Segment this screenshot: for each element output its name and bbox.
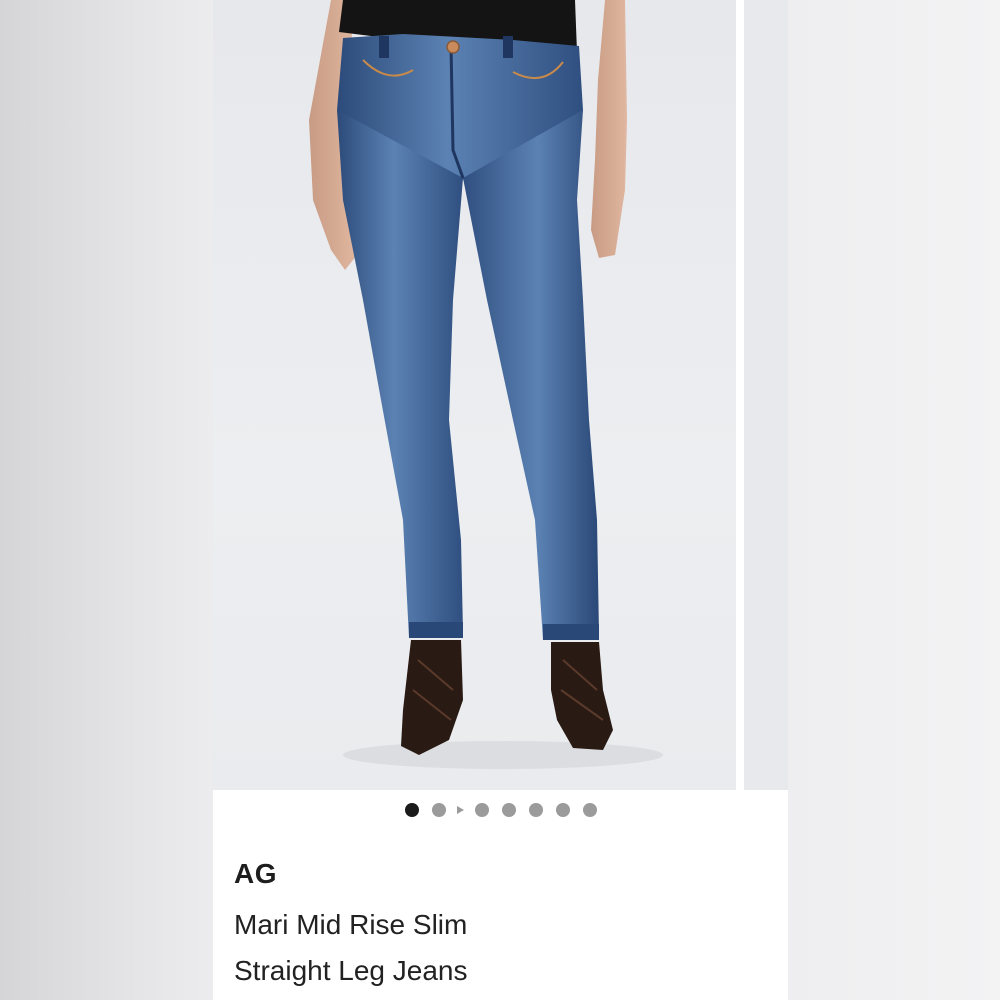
- carousel-dot-1[interactable]: [404, 803, 419, 817]
- screenshot-frame: AG Mari Mid Rise Slim Straight Leg Jeans: [0, 0, 1000, 1000]
- left-boot: [401, 640, 463, 755]
- product-title: Mari Mid Rise Slim Straight Leg Jeans: [234, 902, 754, 994]
- jeans-left-leg: [337, 110, 463, 638]
- product-brand[interactable]: AG: [234, 858, 277, 890]
- carousel-dot-7[interactable]: [582, 803, 597, 817]
- blurred-background-left: [0, 0, 213, 1000]
- carousel-pagination: [213, 803, 788, 817]
- carousel-dot-6[interactable]: [555, 803, 570, 817]
- product-image-next-peek[interactable]: [744, 0, 788, 790]
- jeans-model-illustration: [309, 0, 663, 769]
- right-boot: [551, 642, 613, 750]
- carousel-dot-4[interactable]: [501, 803, 516, 817]
- carousel-dot-2[interactable]: [431, 803, 446, 817]
- blurred-background-right: [788, 0, 1000, 1000]
- product-image-main[interactable]: [213, 0, 736, 790]
- right-arm: [591, 0, 627, 258]
- product-screen: AG Mari Mid Rise Slim Straight Leg Jeans: [213, 0, 788, 1000]
- button-rivet: [446, 40, 460, 54]
- product-title-line-2: Straight Leg Jeans: [234, 955, 468, 986]
- product-image-carousel[interactable]: [213, 0, 788, 790]
- play-icon[interactable]: [456, 806, 464, 814]
- product-title-line-1: Mari Mid Rise Slim: [234, 909, 468, 940]
- carousel-dot-3[interactable]: [474, 803, 489, 817]
- carousel-dot-5[interactable]: [528, 803, 543, 817]
- jeans-right-leg: [463, 110, 599, 640]
